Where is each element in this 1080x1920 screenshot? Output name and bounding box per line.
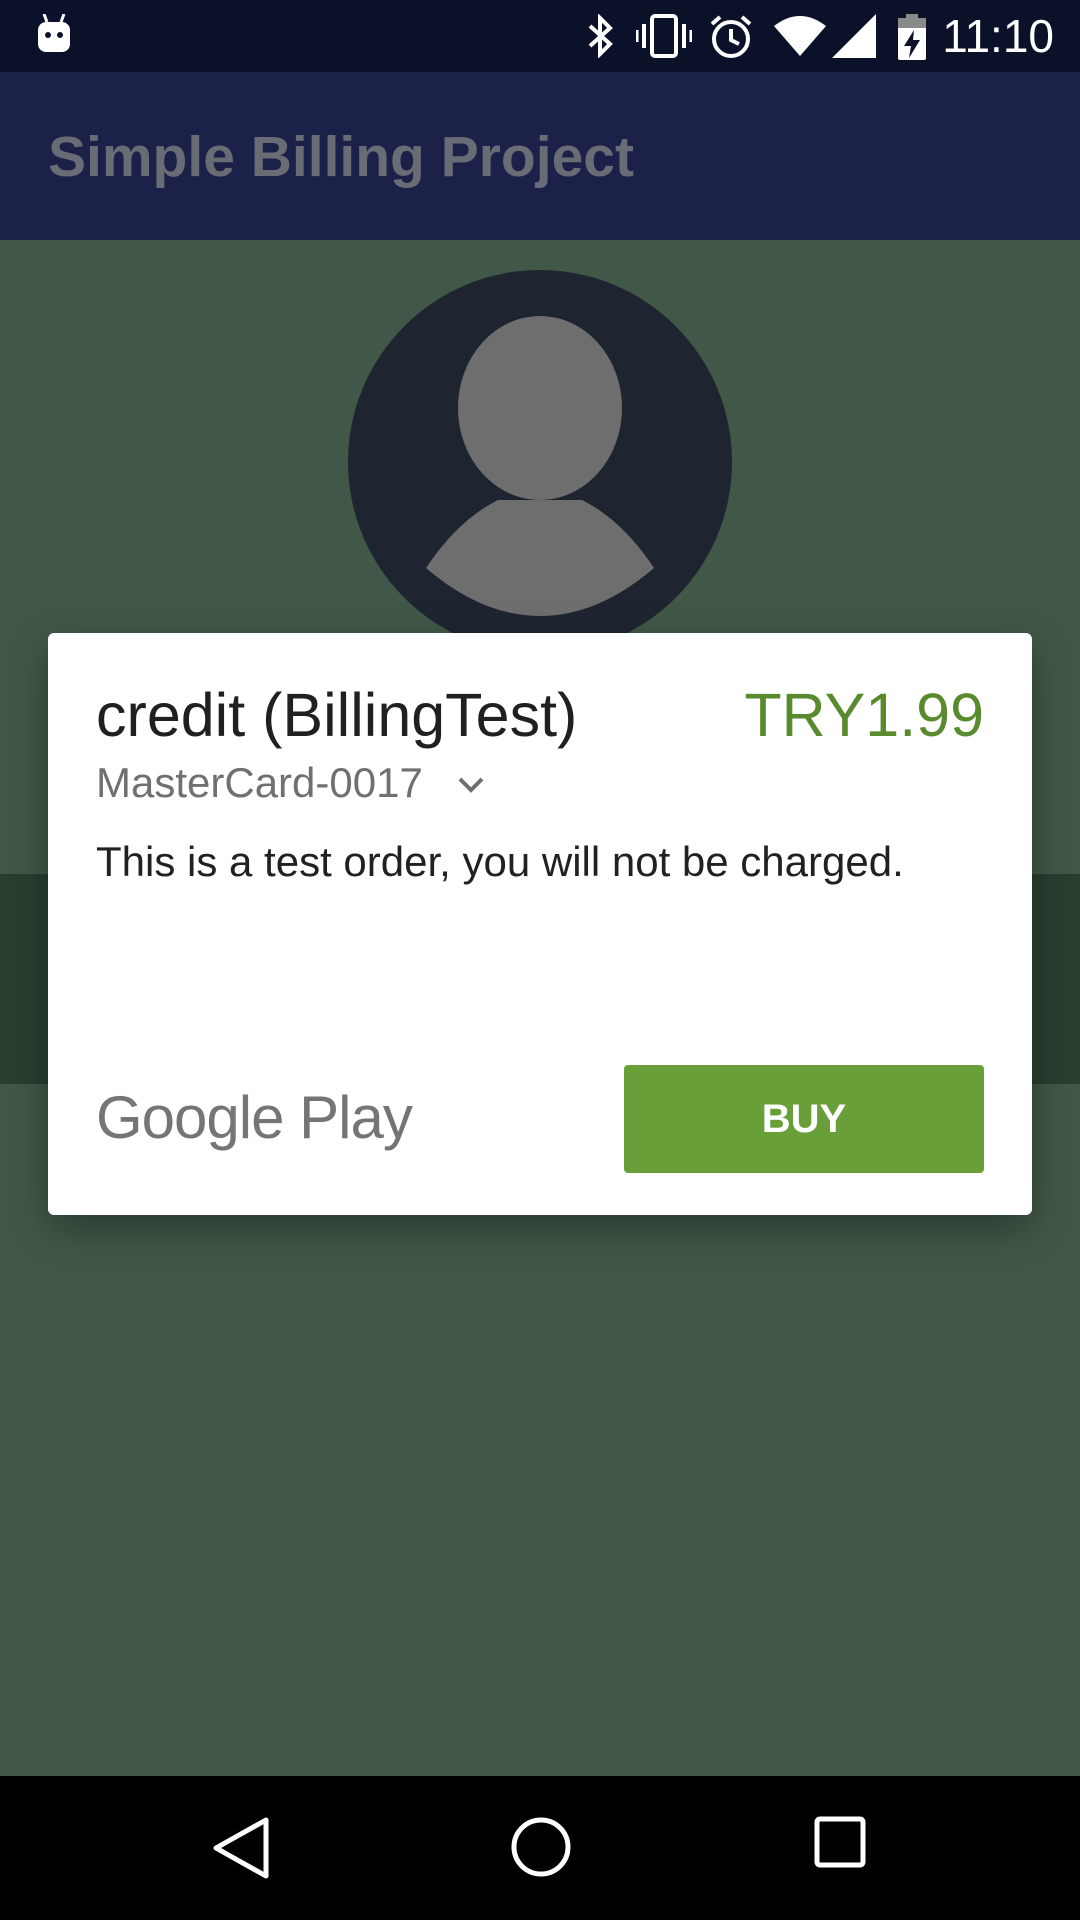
battery-charging-icon xyxy=(898,14,926,60)
back-icon[interactable] xyxy=(212,1816,270,1880)
app-title: Simple Billing Project xyxy=(48,125,634,189)
payment-method-selector[interactable]: MasterCard-0017 xyxy=(96,753,485,813)
cell-signal-icon xyxy=(832,14,876,58)
recents-icon[interactable] xyxy=(814,1816,866,1868)
payment-method-label: MasterCard-0017 xyxy=(96,759,423,806)
bluetooth-icon xyxy=(588,14,613,58)
buy-button[interactable]: BUY xyxy=(624,1065,984,1173)
purchase-dialog: credit (BillingTest) TRY1.99 MasterCard-… xyxy=(48,633,1032,1215)
navigation-bar xyxy=(0,1776,1080,1920)
vibrate-icon xyxy=(636,14,692,58)
product-title: credit (BillingTest) xyxy=(96,681,578,749)
avatar xyxy=(348,270,732,654)
status-bar: 11:10 xyxy=(0,0,1080,72)
alarm-icon xyxy=(710,15,752,58)
wifi-icon xyxy=(774,16,826,56)
app-bar: Simple Billing Project xyxy=(0,72,1080,240)
home-icon[interactable] xyxy=(510,1816,572,1878)
test-order-message: This is a test order, you will not be ch… xyxy=(96,838,904,885)
product-price: TRY1.99 xyxy=(744,681,984,749)
status-time: 11:10 xyxy=(942,10,1054,62)
chevron-down-icon xyxy=(458,777,484,793)
android-icon xyxy=(38,14,70,52)
google-play-logo: Google Play xyxy=(96,1084,413,1151)
